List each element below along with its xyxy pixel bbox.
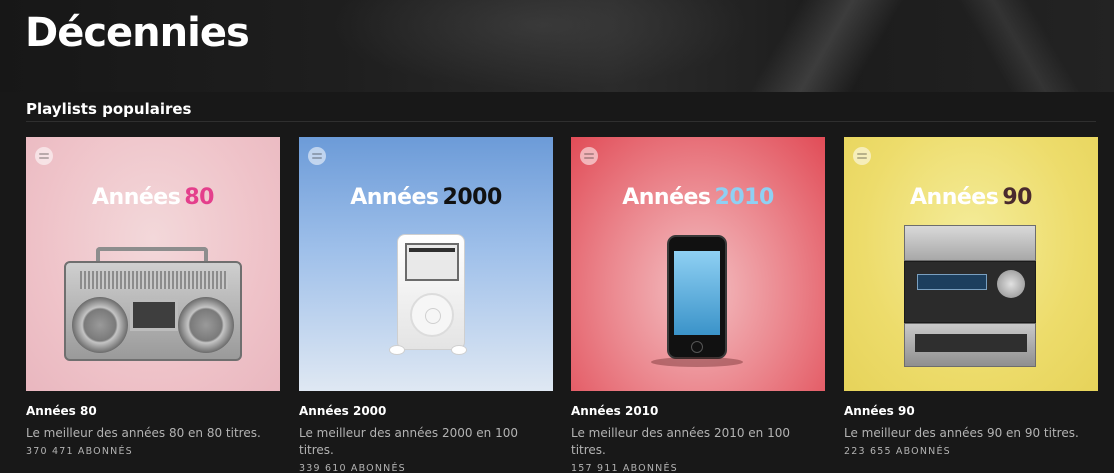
cover-label-decade: 90 xyxy=(1002,185,1032,210)
playlist-title[interactable]: Années 90 xyxy=(844,404,1098,418)
cover-label: Années 80 xyxy=(26,185,280,210)
cover-label-word: Années xyxy=(92,185,181,210)
playlist-card-annees-2010[interactable]: Années 2010 Années 2010 Le meilleur des a… xyxy=(571,137,825,473)
decades-header: Décennies xyxy=(0,0,1114,92)
playlist-followers: 157 911 ABONNÉS xyxy=(571,463,678,473)
playlist-followers: 223 655 ABONNÉS xyxy=(844,446,951,457)
cover-label: Années 2000 xyxy=(299,185,553,210)
cover-label: Années 90 xyxy=(844,185,1098,210)
cover-label-word: Années xyxy=(910,185,999,210)
popular-playlists-section: Playlists populaires Années 80 Années 80 … xyxy=(0,92,1114,473)
playlist-description: Le meilleur des années 2000 en 100 titre… xyxy=(299,426,519,457)
playlist-description: Le meilleur des années 90 en 90 titres. xyxy=(844,426,1079,440)
section-title: Playlists populaires xyxy=(26,100,192,118)
playlist-title[interactable]: Années 2000 xyxy=(299,404,553,418)
cover-label-decade: 2000 xyxy=(442,185,503,210)
playlist-followers: 339 610 ABONNÉS xyxy=(299,463,406,473)
playlist-description: Le meilleur des années 80 en 80 titres. xyxy=(26,426,261,440)
playlist-title[interactable]: Années 80 xyxy=(26,404,280,418)
playlist-card-annees-90[interactable]: Années 90 Années 90 Le meilleur des année… xyxy=(844,137,1098,457)
section-divider xyxy=(26,121,1096,122)
playlist-cover[interactable]: Années 90 xyxy=(844,137,1098,391)
phone-shadow xyxy=(651,357,743,367)
playlist-cover[interactable]: Années 80 xyxy=(26,137,280,391)
cover-label-decade: 80 xyxy=(184,185,214,210)
hifi-stereo-illustration xyxy=(904,225,1036,367)
header-background-art xyxy=(900,0,1114,92)
cover-label: Années 2010 xyxy=(571,185,825,210)
playlist-card-annees-80[interactable]: Années 80 Années 80 Le meilleur des année… xyxy=(26,137,280,457)
cover-label-word: Années xyxy=(350,185,439,210)
playlist-cover[interactable]: Années 2000 xyxy=(299,137,553,391)
smartphone-illustration xyxy=(667,235,727,359)
playlist-cover[interactable]: Années 2010 xyxy=(571,137,825,391)
ipod-illustration xyxy=(397,234,465,350)
playlist-description: Le meilleur des années 2010 en 100 titre… xyxy=(571,426,791,457)
playlist-card-annees-2000[interactable]: Années 2000 Années 2000 Le meilleur des a… xyxy=(299,137,553,473)
boombox-illustration xyxy=(64,247,242,369)
earbud-illustration xyxy=(451,345,467,355)
spotify-logo-icon xyxy=(580,147,598,165)
playlist-followers: 370 471 ABONNÉS xyxy=(26,446,133,457)
cover-label-word: Années xyxy=(622,185,711,210)
spotify-logo-icon xyxy=(308,147,326,165)
cover-label-decade: 2010 xyxy=(714,185,775,210)
spotify-logo-icon xyxy=(35,147,53,165)
spotify-logo-icon xyxy=(853,147,871,165)
earbud-illustration xyxy=(389,345,405,355)
header-background-art xyxy=(330,0,750,90)
playlist-title[interactable]: Années 2010 xyxy=(571,404,825,418)
page-title: Décennies xyxy=(25,10,250,56)
